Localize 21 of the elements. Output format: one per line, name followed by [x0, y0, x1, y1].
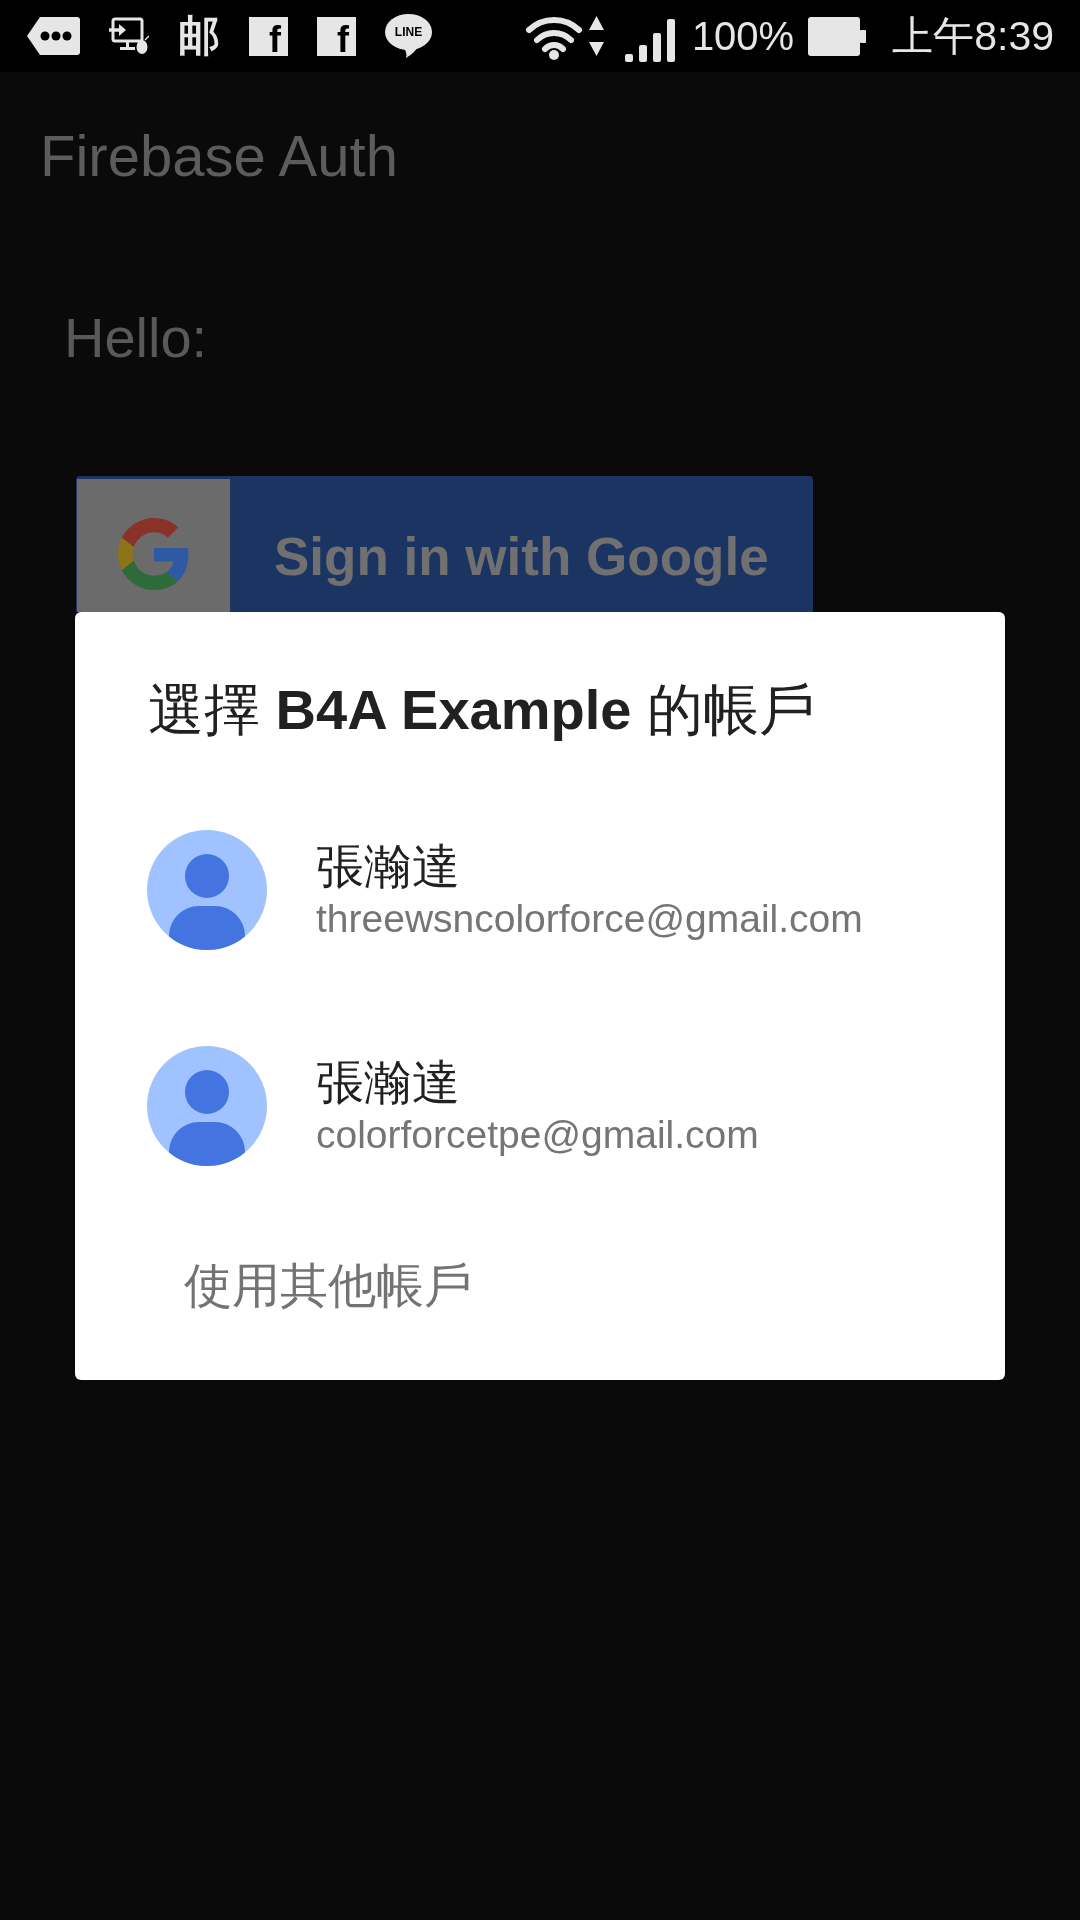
use-another-account-button[interactable]: 使用其他帳戶 [184, 1257, 472, 1315]
letter-f-icon: f [249, 16, 288, 56]
g-logo-icon [117, 518, 190, 590]
battery-percent: 100% [691, 13, 795, 59]
signal-bars-icon [624, 18, 675, 62]
greeting-text: Hello: [64, 305, 208, 371]
avatar-icon [147, 830, 267, 950]
account-name[interactable]: 張瀚達 [316, 838, 460, 896]
tag-icon [27, 17, 80, 55]
account-name[interactable]: 張瀚達 [316, 1054, 460, 1112]
account-email: threewsncolorforce@gmail.com [316, 896, 863, 942]
app-title: Firebase Auth [40, 122, 398, 190]
monitor-mouse-icon [109, 17, 149, 55]
postal-glyph-icon: 邮 [178, 14, 220, 58]
account-email: colorforcetpe@gmail.com [316, 1112, 759, 1158]
data-arrows-icon [588, 14, 604, 58]
avatar-icon [147, 1046, 267, 1166]
letter-f-icon: f [317, 16, 356, 56]
battery-icon [808, 16, 867, 56]
clock-time: 上午8:39 [892, 13, 1054, 59]
dialog-title: 選擇 B4A Example 的帳戶 [148, 678, 815, 741]
